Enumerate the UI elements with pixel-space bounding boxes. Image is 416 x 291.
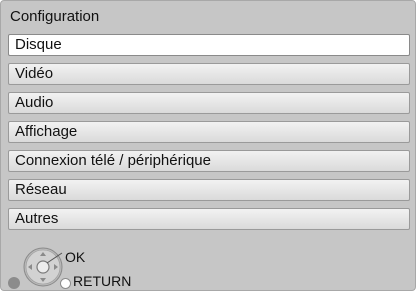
menu-item-label: Connexion télé / périphérique xyxy=(15,152,211,169)
menu-item-affichage[interactable]: Affichage xyxy=(8,121,410,143)
directional-pad-icon xyxy=(23,247,63,287)
menu-item-label: Audio xyxy=(15,94,54,111)
return-button-icon xyxy=(60,278,71,289)
page-title: Configuration xyxy=(10,8,100,25)
menu-item-label: Autres xyxy=(15,210,59,227)
menu-item-reseau[interactable]: Réseau xyxy=(8,179,410,201)
menu-item-label: Réseau xyxy=(15,181,67,198)
option-dot-icon xyxy=(8,277,20,289)
menu-item-autres[interactable]: Autres xyxy=(8,208,410,230)
button-guide: OK RETURN xyxy=(1,239,415,290)
menu-item-label: Vidéo xyxy=(15,65,54,82)
menu-item-label: Affichage xyxy=(15,123,78,140)
return-label: RETURN xyxy=(73,273,132,289)
ok-label: OK xyxy=(65,249,86,265)
menu-item-label: Disque xyxy=(15,36,62,53)
menu-item-audio[interactable]: Audio xyxy=(8,92,410,114)
menu-item-disque[interactable]: Disque xyxy=(8,34,410,56)
menu-item-video[interactable]: Vidéo xyxy=(8,63,410,85)
settings-screen: Configuration Disque Vidéo Audio Afficha… xyxy=(0,0,416,291)
menu-item-connexion[interactable]: Connexion télé / périphérique xyxy=(8,150,410,172)
